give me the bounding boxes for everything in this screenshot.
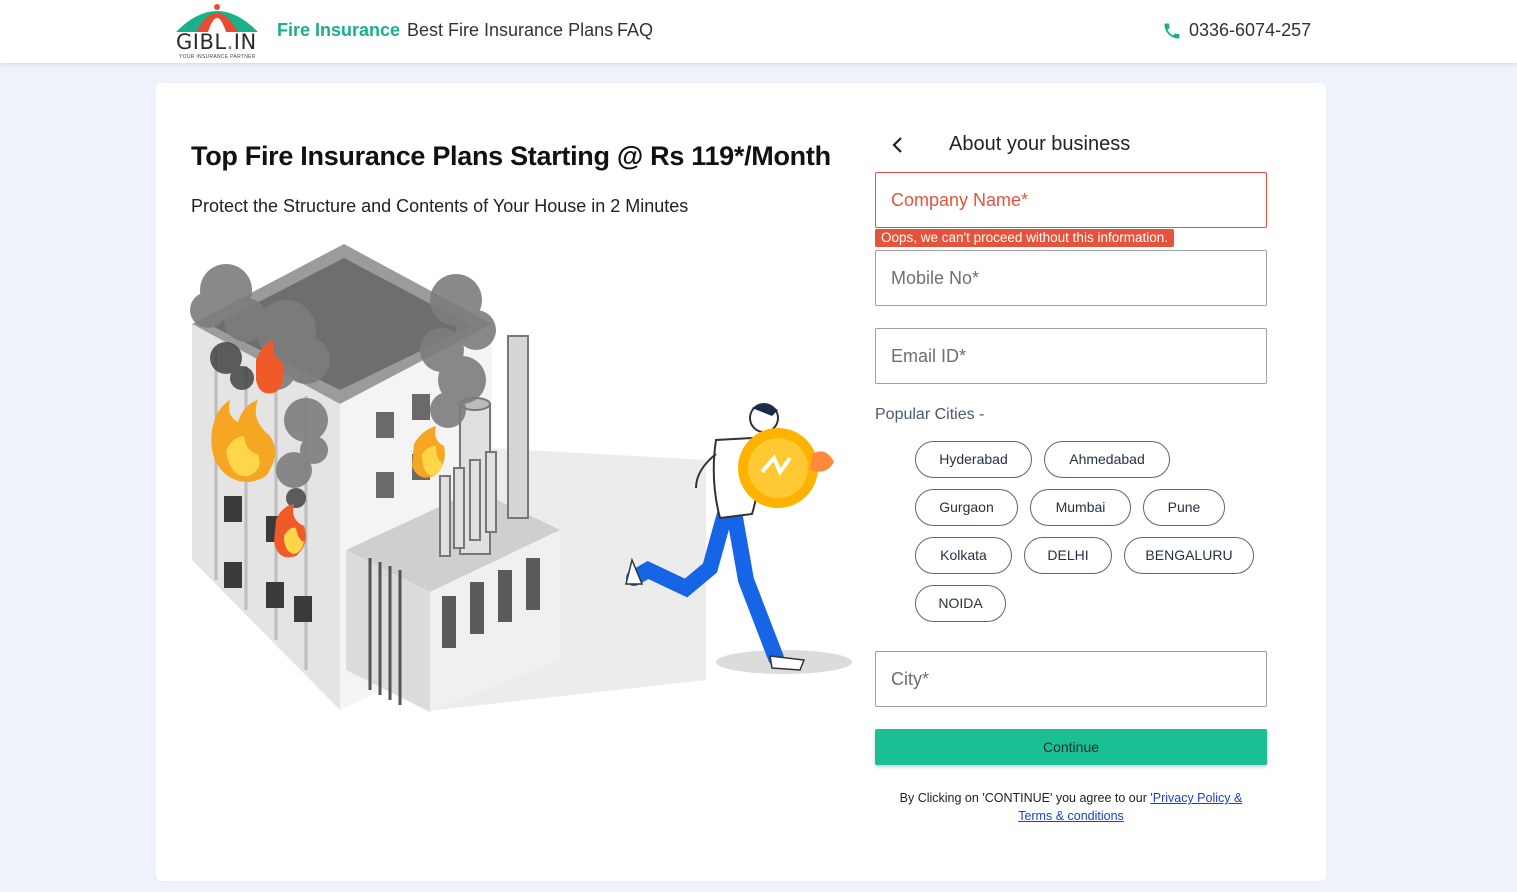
gibl-logo[interactable]: GIBL.IN YOUR INSURANCE PARTNER xyxy=(174,4,260,60)
form-title: About your business xyxy=(949,133,1131,155)
hero-subtitle: Protect the Structure and Contents of Yo… xyxy=(191,196,689,216)
phone-contact[interactable]: 0336-6074-257 xyxy=(1162,20,1311,41)
email-input[interactable] xyxy=(875,328,1267,384)
terms-conditions-link[interactable]: Terms & conditions xyxy=(1018,809,1124,823)
city-input[interactable] xyxy=(875,651,1267,707)
nav-fire-insurance[interactable]: Fire Insurance xyxy=(277,20,400,41)
legal-notice: By Clicking on 'CONTINUE' you agree to o… xyxy=(875,789,1267,825)
legal-prefix: By Clicking on 'CONTINUE' you agree to o… xyxy=(899,791,1151,805)
city-chip-ahmedabad[interactable]: Ahmedabad xyxy=(1044,441,1170,478)
privacy-policy-link[interactable]: 'Privacy Policy & xyxy=(1150,791,1242,805)
back-chevron-icon[interactable] xyxy=(887,134,909,156)
city-chip-bengaluru[interactable]: BENGALURU xyxy=(1124,537,1254,574)
popular-cities-label: Popular Cities - xyxy=(875,406,985,423)
continue-button[interactable]: Continue xyxy=(875,729,1267,765)
phone-number: 0336-6074-257 xyxy=(1189,20,1312,40)
city-chip-noida[interactable]: NOIDA xyxy=(915,585,1006,622)
city-chip-delhi[interactable]: DELHI xyxy=(1024,537,1112,574)
logo-tagline: YOUR INSURANCE PARTNER xyxy=(179,54,256,60)
city-chip-gurgaon[interactable]: Gurgaon xyxy=(915,489,1018,526)
logo-wordmark: GIBL.IN xyxy=(176,30,257,54)
company-name-input[interactable] xyxy=(875,172,1267,228)
city-chip-hyderabad[interactable]: Hyderabad xyxy=(915,441,1032,478)
city-chip-pune[interactable]: Pune xyxy=(1143,489,1225,526)
phone-icon xyxy=(1164,23,1180,38)
site-header: GIBL.IN YOUR INSURANCE PARTNER Fire Insu… xyxy=(0,0,1517,63)
nav-best-fire-insurance-plans[interactable]: Best Fire Insurance Plans xyxy=(407,20,613,41)
city-chip-mumbai[interactable]: Mumbai xyxy=(1030,489,1131,526)
burning-building-illustration xyxy=(190,244,852,712)
city-chip-kolkata[interactable]: Kolkata xyxy=(915,537,1012,574)
mobile-number-input[interactable] xyxy=(875,250,1267,306)
hero-title: Top Fire Insurance Plans Starting @ Rs 1… xyxy=(191,141,831,171)
nav-faq[interactable]: FAQ xyxy=(617,20,653,41)
company-name-error: Oops, we can't proceed without this info… xyxy=(875,229,1174,247)
